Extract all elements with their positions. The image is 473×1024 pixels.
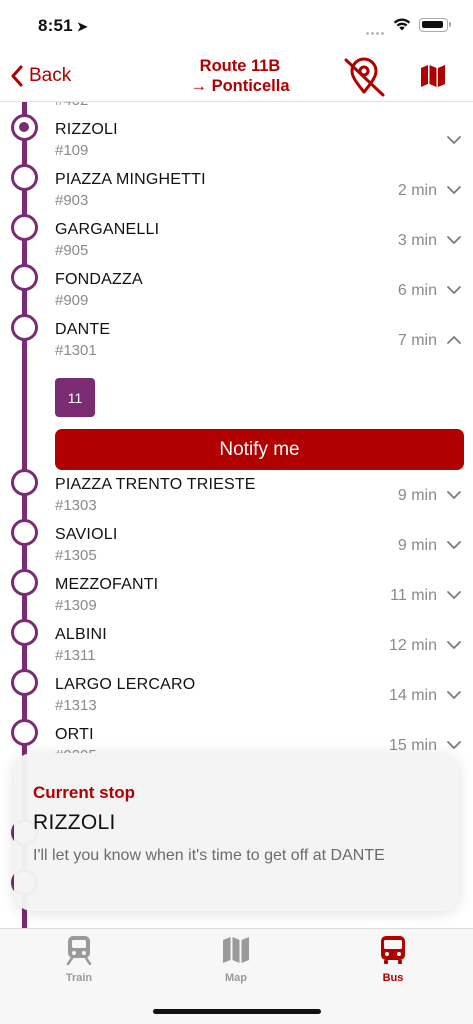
tab-label: Bus (382, 972, 404, 984)
route-title: Route 11B → Ponticella (150, 56, 330, 96)
stop-code: #1311 (55, 647, 96, 664)
arrival-time: 14 min (388, 687, 437, 704)
stop-name: DANTE (55, 321, 111, 338)
stop-code: #903 (55, 192, 89, 209)
tab-bus[interactable]: Bus (353, 935, 433, 984)
chevron-down-icon[interactable] (446, 234, 462, 246)
home-indicator[interactable] (153, 1009, 321, 1014)
route-name: Route 11B (199, 57, 281, 75)
stop-name: GARGANELLI (55, 221, 160, 238)
chevron-down-icon[interactable] (446, 739, 462, 751)
stop-name: ALBINI (55, 626, 107, 643)
tab-label: Map (225, 972, 247, 984)
stop-code: #1301 (55, 342, 97, 359)
arrival-time: 6 min (397, 282, 437, 299)
line-badge: 11 (55, 378, 95, 417)
stop-marker (11, 264, 38, 291)
location-arrow-icon: ➤ (76, 19, 88, 34)
stop-marker (11, 519, 38, 546)
stop-row[interactable]: MEZZOFANTI #1309 11 min (0, 567, 473, 617)
stop-row[interactable]: ALBINI #1311 12 min (0, 617, 473, 667)
tab-label: Train (65, 972, 93, 984)
chevron-down-icon[interactable] (446, 539, 462, 551)
current-stop-heading: Current stop (33, 783, 135, 802)
current-stop-card: Current stop RIZZOLI I'll let you know w… (14, 753, 459, 911)
signal-icon (366, 22, 386, 35)
route-direction: → Ponticella (190, 77, 290, 95)
stop-code: #1303 (55, 497, 97, 514)
stop-name: FONDAZZA (55, 271, 143, 288)
arrival-time: 2 min (397, 182, 437, 199)
stop-marker (11, 719, 38, 746)
stop-code: #402 (55, 102, 88, 109)
stop-code: #909 (55, 292, 89, 309)
stop-code: #1309 (55, 597, 97, 614)
chevron-down-icon[interactable] (446, 489, 462, 501)
back-button[interactable]: Back (10, 62, 71, 90)
stop-name: LARGO LERCARO (55, 676, 196, 693)
map-icon (223, 937, 249, 963)
stop-name: SAVIOLI (55, 526, 118, 543)
current-stop-marker (11, 114, 38, 141)
current-stop-message: I'll let you know when it's time to get … (33, 847, 385, 864)
stop-row[interactable]: LARGO LERCARO #1313 14 min (0, 667, 473, 717)
chevron-left-icon (11, 65, 23, 87)
stop-name: ORTI (55, 726, 94, 743)
chevron-down-icon[interactable] (446, 134, 462, 146)
location-off-icon (344, 57, 385, 97)
arrival-time: 9 min (397, 487, 437, 504)
navigation-bar: Back Route 11B → Ponticella (0, 50, 473, 102)
chevron-down-icon[interactable] (446, 639, 462, 651)
arrival-time: 11 min (390, 587, 437, 604)
back-label: Back (29, 65, 72, 86)
battery-icon (419, 18, 448, 32)
chevron-down-icon[interactable] (446, 589, 462, 601)
arrival-time: 3 min (397, 232, 437, 249)
bus-icon (381, 936, 405, 964)
arrival-time: 9 min (397, 537, 437, 554)
arrival-time: 7 min (397, 332, 437, 349)
stop-marker (11, 314, 38, 341)
stop-marker (11, 619, 38, 646)
chevron-down-icon[interactable] (446, 184, 462, 196)
location-toggle-button[interactable] (341, 57, 387, 102)
stop-code: #1305 (55, 547, 97, 564)
stop-row-expanded[interactable]: DANTE #1301 7 min (0, 312, 473, 362)
chevron-down-icon[interactable] (446, 689, 462, 701)
stop-marker (11, 669, 38, 696)
arrival-time: 12 min (388, 637, 437, 654)
map-button[interactable] (420, 64, 446, 93)
stop-row[interactable]: PIAZZA TRENTO TRIESTE #1303 9 min (0, 467, 473, 517)
stop-row[interactable]: RIZZOLI #109 (0, 112, 473, 162)
wifi-icon (393, 18, 411, 31)
stop-name: RIZZOLI (55, 121, 118, 138)
stop-name: MEZZOFANTI (55, 576, 159, 593)
chevron-down-icon[interactable] (446, 284, 462, 296)
tab-train[interactable]: Train (39, 935, 119, 984)
stop-marker (11, 469, 38, 496)
battery-tip (449, 22, 451, 27)
stop-marker (11, 164, 38, 191)
current-stop-name: RIZZOLI (33, 811, 116, 834)
stop-code: #905 (55, 242, 89, 259)
stop-row[interactable]: FONDAZZA #909 6 min (0, 262, 473, 312)
train-icon (66, 936, 92, 966)
stop-name: PIAZZA MINGHETTI (55, 171, 206, 188)
chevron-up-icon[interactable] (446, 334, 462, 346)
stop-code: #1313 (55, 697, 97, 714)
tab-map[interactable]: Map (196, 935, 276, 984)
status-time: 8:51 ➤ (38, 16, 88, 36)
map-icon (421, 65, 445, 87)
stop-marker (11, 569, 38, 596)
notify-me-button[interactable]: Notify me (55, 429, 464, 470)
stop-row[interactable]: SAVIOLI #1305 9 min (0, 517, 473, 567)
status-bar: 8:51 ➤ (0, 0, 473, 50)
stop-code: #109 (55, 142, 89, 159)
stop-row[interactable]: GARGANELLI #905 3 min (0, 212, 473, 262)
clock-text: 8:51 (38, 16, 73, 35)
stop-name: PIAZZA TRENTO TRIESTE (55, 476, 256, 493)
stop-row[interactable]: PIAZZA MINGHETTI #903 2 min (0, 162, 473, 212)
stop-marker (11, 214, 38, 241)
